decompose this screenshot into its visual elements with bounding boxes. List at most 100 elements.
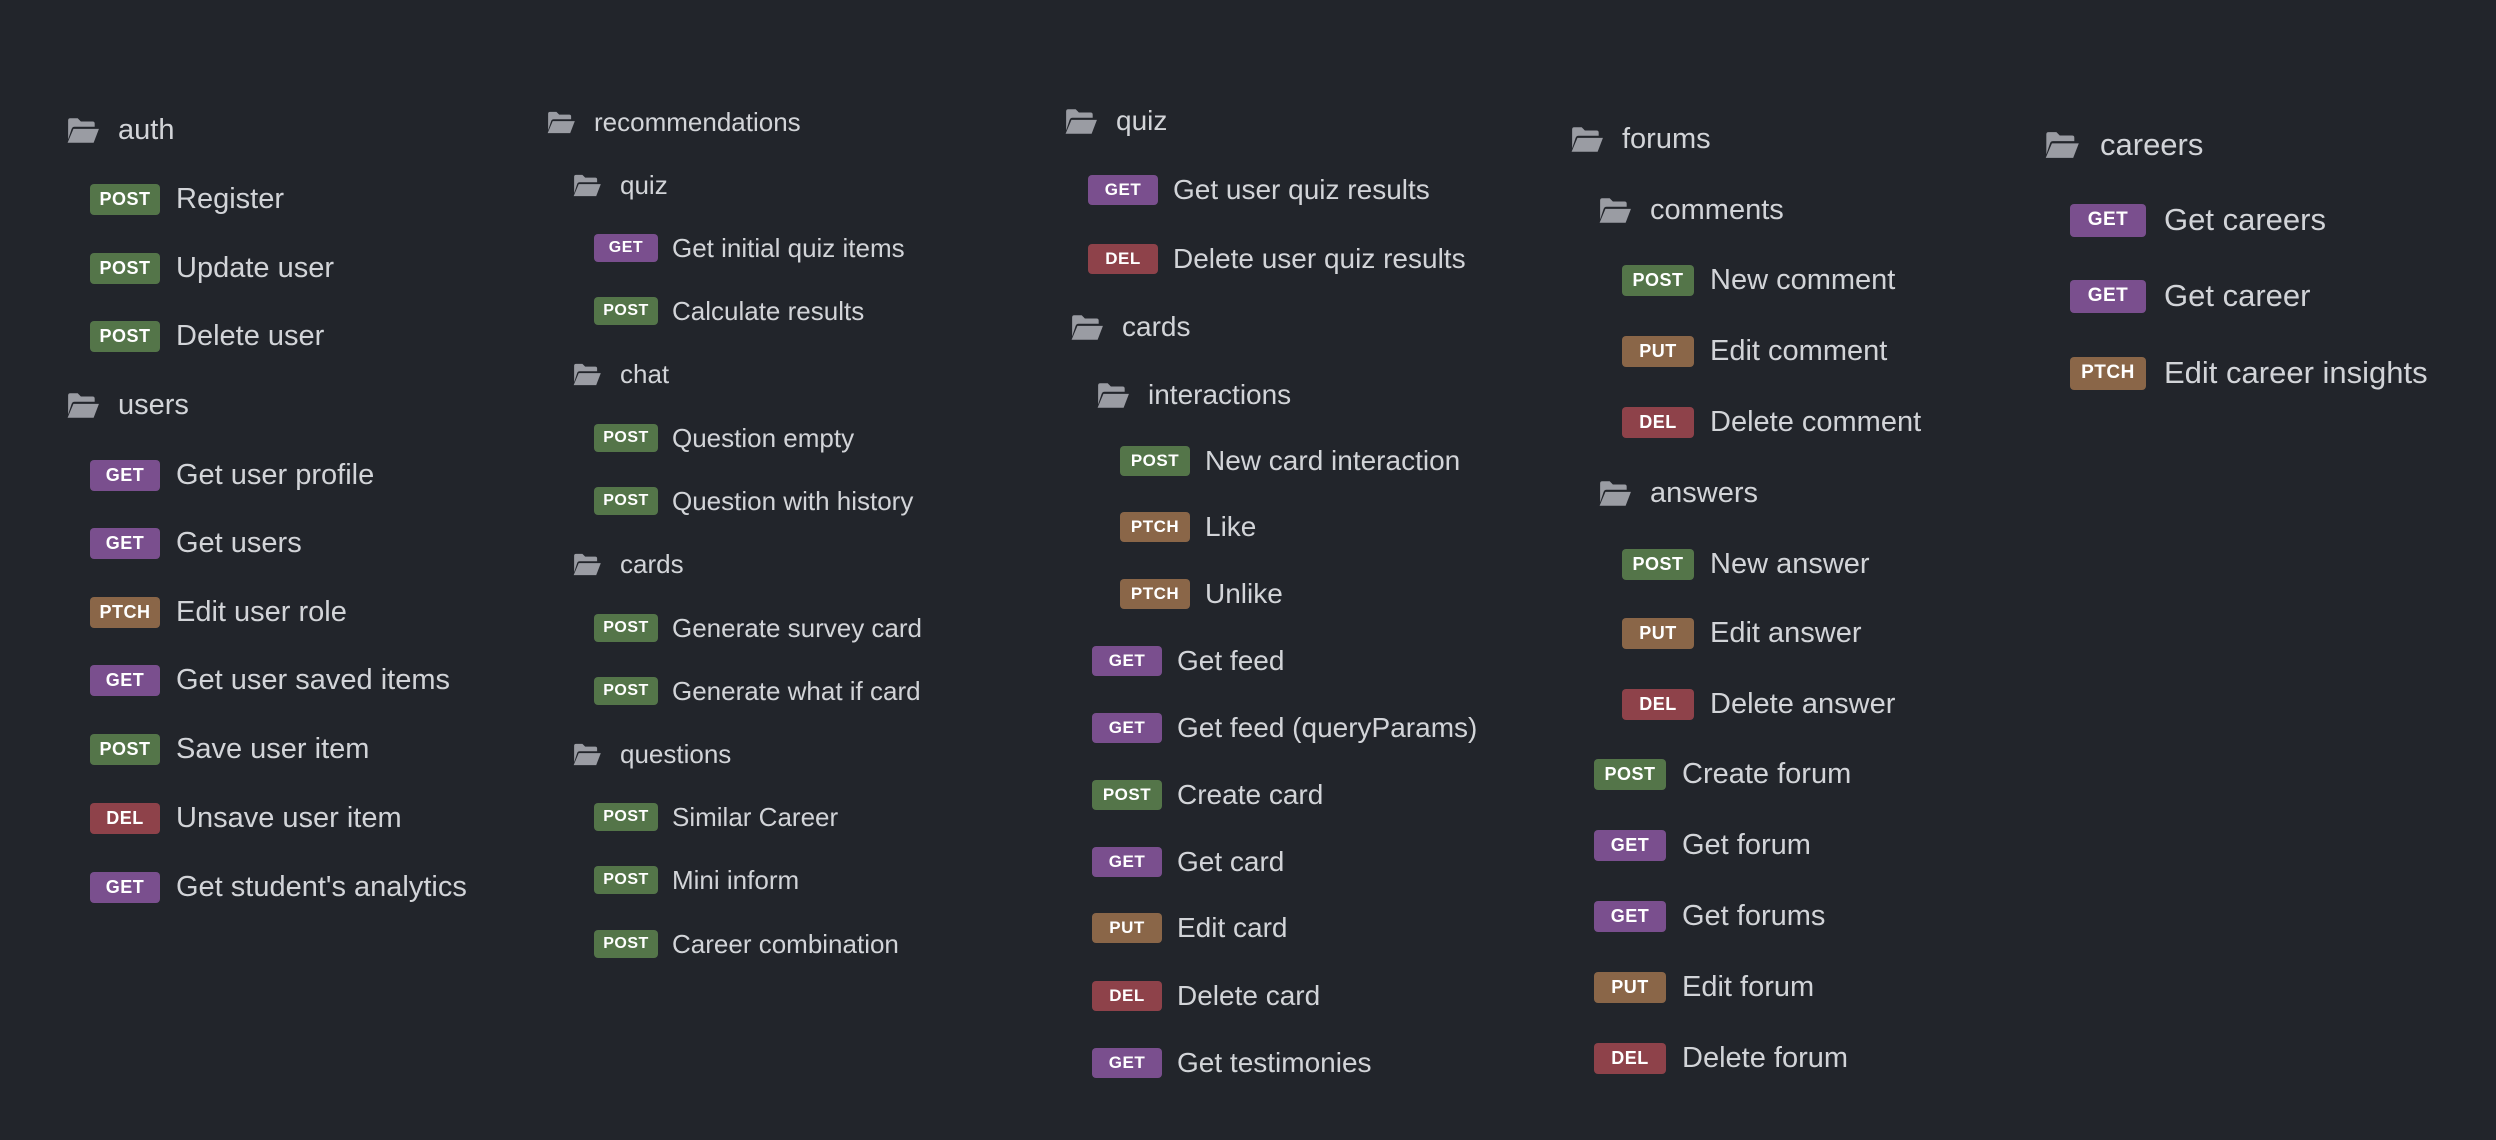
request-delete-comment[interactable]: DEL Delete comment: [1622, 406, 1921, 438]
folder-auth[interactable]: auth: [66, 113, 174, 148]
method-badge: GET: [1594, 900, 1666, 932]
request-mini-inform[interactable]: POST Mini inform: [594, 865, 799, 895]
request-generate-survey-card[interactable]: POST Generate survey card: [594, 613, 922, 643]
request-delete-card[interactable]: DEL Delete card: [1092, 980, 1320, 1011]
folder-open-icon: [1064, 108, 1098, 135]
folder-questions[interactable]: questions: [572, 738, 731, 770]
method-badge: GET: [1092, 713, 1162, 743]
method-badge: PTCH: [1120, 512, 1190, 542]
folder-interactions[interactable]: interactions: [1096, 378, 1291, 412]
folder-forums[interactable]: forums: [1570, 122, 1711, 157]
folder-cards[interactable]: cards: [1070, 310, 1190, 344]
method-badge: GET: [1092, 847, 1162, 877]
request-new-answer[interactable]: POST New answer: [1622, 548, 1870, 580]
request-label: Get user saved items: [176, 663, 450, 696]
request-get-career[interactable]: GET Get career: [2070, 278, 2310, 313]
request-label: Get testimonies: [1177, 1047, 1372, 1078]
request-get-student-s-analytics[interactable]: GET Get student's analytics: [90, 870, 467, 903]
method-badge: GET: [1092, 1048, 1162, 1078]
request-get-card[interactable]: GET Get card: [1092, 846, 1285, 877]
request-new-card-interaction[interactable]: POST New card interaction: [1120, 445, 1460, 476]
request-question-with-history[interactable]: POST Question with history: [594, 485, 914, 516]
request-delete-user[interactable]: POST Delete user: [90, 320, 324, 352]
request-label: Get user quiz results: [1173, 174, 1430, 205]
method-badge: POST: [90, 320, 160, 352]
folder-open-icon: [1570, 126, 1604, 153]
request-label: Get feed (queryParams): [1177, 712, 1478, 743]
request-get-feed[interactable]: GET Get feed: [1092, 645, 1284, 676]
request-label: Get card: [1177, 846, 1285, 877]
request-create-card[interactable]: POST Create card: [1092, 779, 1323, 810]
request-unsave-user-item[interactable]: DEL Unsave user item: [90, 802, 402, 834]
request-update-user[interactable]: POST Update user: [90, 252, 334, 284]
method-badge: DEL: [1622, 688, 1694, 720]
folder-users[interactable]: users: [66, 388, 189, 423]
request-save-user-item[interactable]: POST Save user item: [90, 733, 369, 765]
request-edit-forum[interactable]: PUT Edit forum: [1594, 970, 1815, 1003]
folder-open-icon: [1598, 197, 1632, 224]
method-badge: POST: [594, 677, 658, 705]
request-unlike[interactable]: PTCH Unlike: [1120, 578, 1283, 609]
method-badge: GET: [594, 234, 658, 262]
request-get-users[interactable]: GET Get users: [90, 526, 302, 559]
request-similar-career[interactable]: POST Similar Career: [594, 802, 838, 832]
request-get-careers[interactable]: GET Get careers: [2070, 202, 2326, 237]
method-badge: DEL: [1088, 244, 1158, 274]
folder-label: chat: [620, 358, 670, 389]
request-create-forum[interactable]: POST Create forum: [1594, 757, 1852, 790]
folder-open-icon: [1598, 480, 1632, 507]
request-new-comment[interactable]: POST New comment: [1622, 264, 1895, 296]
request-edit-comment[interactable]: PUT Edit comment: [1622, 334, 1888, 367]
request-label: Unlike: [1205, 578, 1283, 609]
request-delete-forum[interactable]: DEL Delete forum: [1594, 1042, 1848, 1074]
folder-label: forums: [1622, 122, 1711, 155]
request-question-empty[interactable]: POST Question empty: [594, 423, 854, 453]
method-badge: PUT: [1622, 617, 1694, 649]
request-label: Register: [176, 182, 284, 215]
request-edit-user-role[interactable]: PTCH Edit user role: [90, 596, 347, 628]
request-label: Get student's analytics: [176, 870, 467, 903]
method-badge: POST: [594, 424, 658, 452]
method-badge: POST: [90, 252, 160, 284]
request-register[interactable]: POST Register: [90, 182, 284, 215]
request-get-user-quiz-results[interactable]: GET Get user quiz results: [1088, 174, 1430, 205]
request-label: Get users: [176, 526, 302, 559]
request-edit-answer[interactable]: PUT Edit answer: [1622, 617, 1862, 649]
method-badge: PTCH: [2070, 356, 2146, 390]
request-label: Question with history: [672, 485, 914, 516]
request-edit-card[interactable]: PUT Edit card: [1092, 912, 1288, 943]
method-badge: GET: [1088, 175, 1158, 205]
folder-chat[interactable]: chat: [572, 358, 669, 390]
request-delete-answer[interactable]: DEL Delete answer: [1622, 688, 1895, 720]
method-badge: GET: [1594, 829, 1666, 861]
request-get-user-saved-items[interactable]: GET Get user saved items: [90, 663, 450, 696]
request-label: Edit forum: [1682, 970, 1815, 1003]
request-calculate-results[interactable]: POST Calculate results: [594, 296, 864, 326]
folder-careers[interactable]: careers: [2044, 127, 2203, 164]
request-edit-career-insights[interactable]: PTCH Edit career insights: [2070, 355, 2428, 390]
folder-label: comments: [1650, 193, 1784, 226]
folder-label: users: [118, 388, 189, 421]
request-get-user-profile[interactable]: GET Get user profile: [90, 459, 374, 491]
request-label: Create forum: [1682, 757, 1852, 790]
folder-recommendations[interactable]: recommendations: [546, 106, 801, 138]
folder-answers[interactable]: answers: [1598, 476, 1758, 511]
request-like[interactable]: PTCH Like: [1120, 511, 1256, 542]
folder-quiz[interactable]: quiz: [572, 169, 668, 201]
request-get-forum[interactable]: GET Get forum: [1594, 829, 1811, 861]
folder-comments[interactable]: comments: [1598, 193, 1784, 228]
folder-quiz[interactable]: quiz: [1064, 104, 1167, 138]
folder-open-icon: [572, 743, 602, 766]
request-label: Edit card: [1177, 912, 1288, 943]
folder-cards[interactable]: cards: [572, 548, 684, 580]
request-career-combination[interactable]: POST Career combination: [594, 929, 899, 959]
request-get-testimonies[interactable]: GET Get testimonies: [1092, 1047, 1372, 1078]
request-generate-what-if-card[interactable]: POST Generate what if card: [594, 676, 921, 706]
method-badge: GET: [90, 527, 160, 559]
request-label: Edit comment: [1710, 334, 1888, 367]
folder-open-icon: [572, 363, 602, 386]
request-get-initial-quiz-items[interactable]: GET Get initial quiz items: [594, 233, 905, 263]
request-get-feed-queryparams[interactable]: GET Get feed (queryParams): [1092, 712, 1478, 743]
request-get-forums[interactable]: GET Get forums: [1594, 900, 1825, 932]
request-delete-user-quiz-results[interactable]: DEL Delete user quiz results: [1088, 243, 1466, 274]
